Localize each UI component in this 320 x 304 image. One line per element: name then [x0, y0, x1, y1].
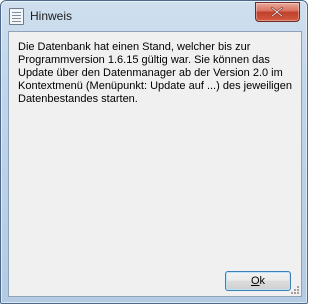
resize-grip-icon[interactable]: [289, 284, 300, 295]
ok-button-label: k: [259, 275, 266, 287]
dialog-content: Die Datenbank hat einen Stand, welcher b…: [8, 31, 302, 297]
title-bar[interactable]: Hinweis: [1, 1, 307, 31]
ok-button-mnemonic: O: [250, 275, 260, 287]
dialog-window: Hinweis Die Datenbank hat einen Stand, w…: [0, 0, 308, 304]
close-button[interactable]: [255, 2, 300, 22]
close-icon: [271, 7, 283, 17]
ok-button[interactable]: Ok: [225, 271, 291, 291]
message-text: Die Datenbank hat einen Stand, welcher b…: [18, 41, 292, 105]
notepad-icon: [9, 8, 24, 25]
window-title: Hinweis: [30, 9, 73, 23]
